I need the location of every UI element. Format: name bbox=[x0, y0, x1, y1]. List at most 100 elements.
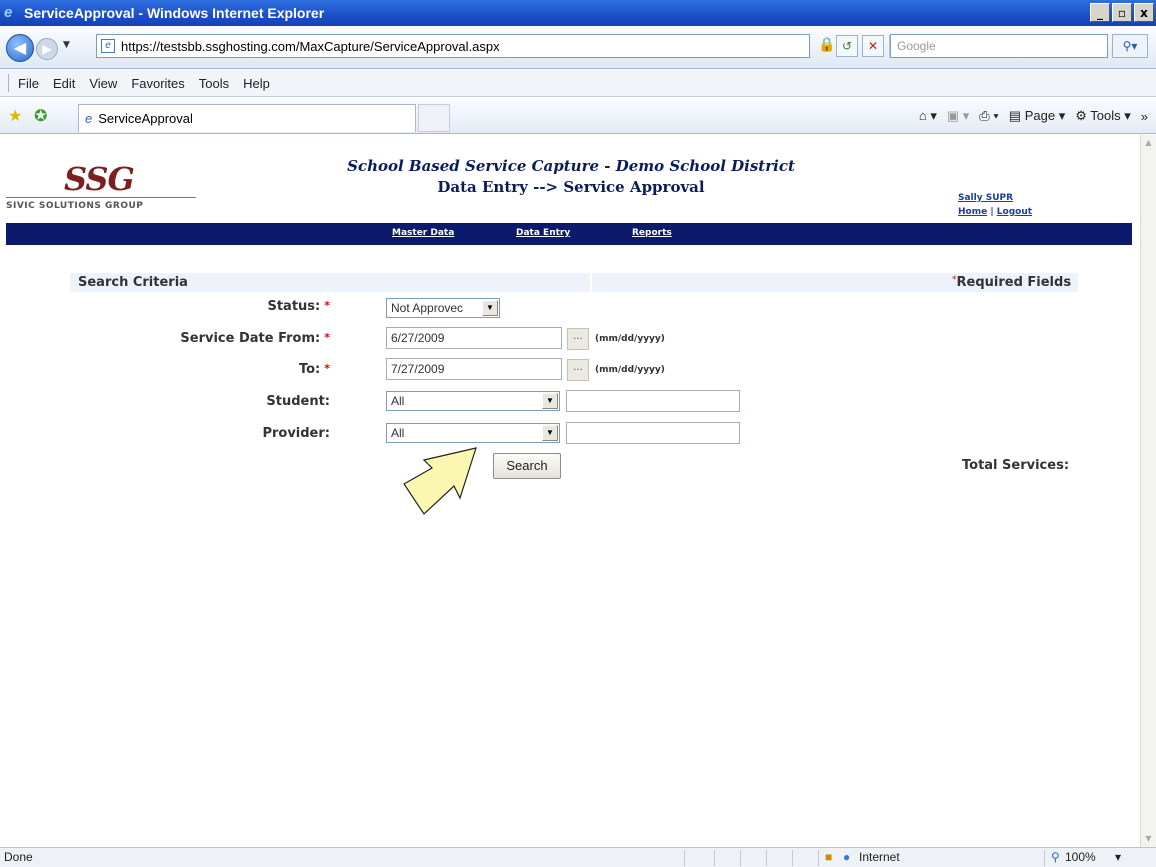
close-button[interactable]: x bbox=[1134, 3, 1154, 22]
maximize-button[interactable]: ▫ bbox=[1112, 3, 1132, 22]
provider-label: Provider: bbox=[262, 426, 330, 441]
vertical-scrollbar[interactable]: ▲ ▼ bbox=[1140, 135, 1156, 847]
forward-arrow-icon[interactable]: ▶ bbox=[36, 38, 58, 60]
nav-master-data[interactable]: Master Data bbox=[392, 228, 454, 238]
ssg-logo: SSG SIVIC SOLUTIONS GROUP bbox=[6, 163, 196, 211]
main-nav: Master Data Data Entry Reports bbox=[6, 223, 1132, 245]
status-select-value: Not Approvec bbox=[391, 301, 464, 315]
student-select-value: All bbox=[391, 394, 405, 408]
scroll-up-icon[interactable]: ▲ bbox=[1141, 135, 1156, 151]
command-bar: ⌂ ▾ ▣ ▾ ⎙ ▾ ▤ Page ▾ ⚙ Tools ▾ » bbox=[919, 108, 1148, 124]
logout-link[interactable]: Logout bbox=[997, 207, 1032, 217]
user-links: Sally SUPR Home | Logout bbox=[958, 191, 1032, 219]
status-bar: Done ■ ● Internet ⚲ 100% ▾ bbox=[0, 847, 1156, 867]
page-menu-icon: ▤ bbox=[1008, 108, 1022, 123]
new-tab-button[interactable] bbox=[418, 104, 450, 132]
header-divider bbox=[590, 273, 592, 292]
window-title: ServiceApproval - Windows Internet Explo… bbox=[24, 5, 325, 21]
date-to-format-hint: (mm/dd/yyyy) bbox=[595, 365, 665, 375]
status-text: Done bbox=[4, 850, 33, 864]
provider-search-field[interactable] bbox=[566, 422, 740, 444]
address-toolbar: ◀ ▶ ▼ e https://testsbb.ssghosting.com/M… bbox=[0, 26, 1156, 69]
section-title: Search Criteria bbox=[78, 275, 188, 290]
stop-icon[interactable]: ✕ bbox=[862, 35, 884, 57]
logo-company-name: SIVIC SOLUTIONS GROUP bbox=[6, 197, 196, 211]
security-zone[interactable]: ■ ● Internet bbox=[818, 850, 1032, 866]
required-fields-note: *Required Fields bbox=[952, 275, 1071, 290]
status-segment bbox=[684, 850, 714, 866]
menu-help[interactable]: Help bbox=[243, 76, 270, 91]
home-icon[interactable]: ⌂ ▾ bbox=[919, 108, 937, 124]
zoom-dropdown-icon[interactable]: ▾ bbox=[1115, 850, 1121, 864]
status-segment bbox=[740, 850, 766, 866]
search-input[interactable]: Google bbox=[890, 34, 1108, 58]
required-marker: * bbox=[324, 331, 330, 344]
tab-serviceapproval[interactable]: e ServiceApproval bbox=[78, 104, 416, 132]
date-from-format-hint: (mm/dd/yyyy) bbox=[595, 334, 665, 344]
date-from-field[interactable]: 6/27/2009 bbox=[386, 327, 562, 349]
ie-logo-icon: e bbox=[4, 4, 13, 21]
nav-reports[interactable]: Reports bbox=[632, 228, 672, 238]
search-magnifier-icon[interactable]: ⚲▾ bbox=[1112, 34, 1148, 58]
user-name-link[interactable]: Sally SUPR bbox=[958, 193, 1013, 203]
student-label: Student: bbox=[266, 394, 330, 409]
add-favorite-icon[interactable]: ✪ bbox=[34, 106, 47, 126]
back-arrow-icon[interactable]: ◀ bbox=[6, 34, 34, 62]
gear-icon: ⚙ bbox=[1075, 108, 1087, 123]
menu-tools[interactable]: Tools bbox=[199, 76, 229, 91]
zoom-level: 100% bbox=[1065, 850, 1096, 864]
page-icon: e bbox=[101, 39, 115, 53]
date-to-label-text: To: bbox=[298, 362, 321, 377]
print-icon[interactable]: ⎙ ▾ bbox=[979, 108, 998, 124]
lock-icon[interactable]: 🔒 bbox=[818, 37, 836, 57]
page-menu[interactable]: ▤ Page ▾ bbox=[1009, 108, 1065, 124]
required-marker: * bbox=[324, 362, 330, 375]
search-criteria-header bbox=[70, 273, 1078, 292]
menu-bar: File Edit View Favorites Tools Help bbox=[0, 70, 1156, 97]
date-to-field[interactable]: 7/27/2009 bbox=[386, 358, 562, 380]
student-search-field[interactable] bbox=[566, 390, 740, 412]
date-from-calendar-button[interactable]: ... bbox=[567, 328, 589, 350]
student-select[interactable]: All ▼ bbox=[386, 391, 560, 411]
nav-data-entry[interactable]: Data Entry bbox=[516, 228, 570, 238]
required-marker: * bbox=[324, 299, 330, 312]
status-segment bbox=[766, 850, 792, 866]
provider-select-value: All bbox=[391, 426, 405, 440]
tab-bar: ★ ✪ e ServiceApproval ⌂ ▾ ▣ ▾ ⎙ ▾ ▤ Page… bbox=[0, 98, 1156, 134]
window-titlebar: e ServiceApproval - Windows Internet Exp… bbox=[0, 0, 1156, 26]
page-title: Data Entry --> Service Approval bbox=[437, 178, 705, 196]
page-content: SSG SIVIC SOLUTIONS GROUP School Based S… bbox=[0, 135, 1140, 847]
chevron-more-icon[interactable]: » bbox=[1141, 109, 1148, 124]
minimize-button[interactable]: _ bbox=[1090, 3, 1110, 22]
menu-file[interactable]: File bbox=[18, 76, 39, 91]
dropdown-arrow-icon[interactable]: ▼ bbox=[542, 425, 558, 441]
home-link[interactable]: Home bbox=[958, 207, 987, 217]
status-select[interactable]: Not Approvec ▼ bbox=[386, 298, 500, 318]
total-services-label: Total Services: bbox=[962, 458, 1070, 473]
history-dropdown-icon[interactable]: ▼ bbox=[63, 40, 70, 50]
url-field[interactable]: e https://testsbb.ssghosting.com/MaxCapt… bbox=[96, 34, 906, 58]
menu-edit[interactable]: Edit bbox=[53, 76, 75, 91]
app-title: School Based Service Capture - Demo Scho… bbox=[347, 157, 795, 175]
menu-favorites[interactable]: Favorites bbox=[131, 76, 184, 91]
status-segment bbox=[714, 850, 740, 866]
date-from-label-text: Service Date From: bbox=[180, 331, 321, 346]
zone-label: Internet bbox=[859, 850, 900, 864]
dropdown-arrow-icon[interactable]: ▼ bbox=[482, 300, 498, 316]
status-segment bbox=[792, 850, 818, 866]
date-to-calendar-button[interactable]: ... bbox=[567, 359, 589, 381]
tab-page-icon: e bbox=[85, 111, 93, 126]
tools-menu[interactable]: ⚙ Tools ▾ bbox=[1075, 108, 1131, 124]
dropdown-arrow-icon[interactable]: ▼ bbox=[542, 393, 558, 409]
status-label-text: Status: bbox=[267, 299, 321, 314]
refresh-icon[interactable]: ↺ bbox=[836, 35, 858, 57]
search-button[interactable]: Search bbox=[493, 453, 561, 479]
zoom-control[interactable]: ⚲ 100% ▾ bbox=[1044, 850, 1154, 866]
page-menu-label: Page bbox=[1024, 108, 1056, 123]
window-controls: _ ▫ x bbox=[1090, 3, 1154, 22]
feeds-icon[interactable]: ▣ ▾ bbox=[947, 108, 969, 124]
menu-view[interactable]: View bbox=[89, 76, 117, 91]
scroll-down-icon[interactable]: ▼ bbox=[1141, 831, 1156, 847]
favorites-star-icon[interactable]: ★ bbox=[8, 106, 22, 126]
protected-mode-icon: ■ bbox=[825, 850, 833, 864]
